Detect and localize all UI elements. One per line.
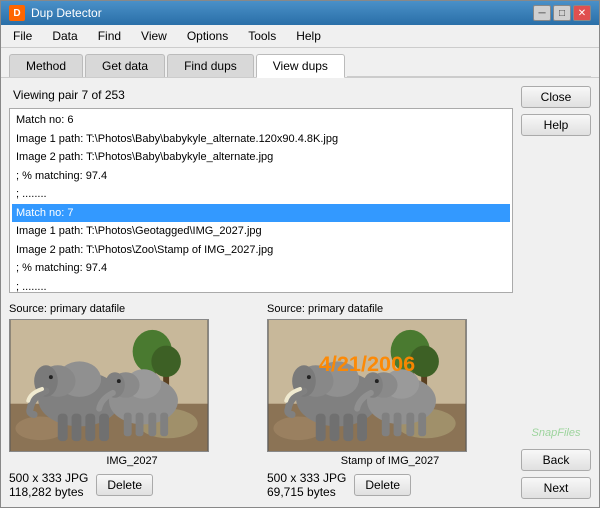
list-item[interactable]: Image 1 path: T:\Photos\Baby\babykyle_al…	[12, 130, 510, 149]
next-button[interactable]: Next	[521, 477, 591, 499]
tab-find-dups[interactable]: Find dups	[167, 54, 254, 77]
help-button[interactable]: Help	[521, 114, 591, 136]
window-title: Dup Detector	[31, 6, 527, 20]
menu-tools[interactable]: Tools	[240, 27, 284, 45]
list-item[interactable]: ; % matching: 97.4	[12, 167, 510, 186]
menu-options[interactable]: Options	[179, 27, 236, 45]
list-item[interactable]: Image 1 path: T:\Photos\Geotagged\IMG_20…	[12, 222, 510, 241]
tab-get-data[interactable]: Get data	[85, 54, 165, 77]
menu-file[interactable]: File	[5, 27, 40, 45]
image-actions-1: 500 x 333 JPG 118,282 bytes Delete	[9, 471, 255, 499]
image-block-1: Source: primary datafile	[9, 303, 255, 499]
list-item[interactable]: ; % matching: 97.4	[12, 259, 510, 278]
elephant-image-1	[10, 320, 208, 451]
window-close-button[interactable]: ✕	[573, 5, 591, 21]
app-icon: D	[9, 5, 25, 21]
image-meta-2: 500 x 333 JPG 69,715 bytes	[267, 471, 346, 499]
menu-data[interactable]: Data	[44, 27, 85, 45]
snap-watermark: SnapFiles	[521, 423, 591, 443]
image-actions-2: 500 x 333 JPG 69,715 bytes Delete	[267, 471, 513, 499]
tab-method[interactable]: Method	[9, 54, 83, 77]
images-section: Source: primary datafile	[9, 303, 513, 499]
right-panel: Close Help SnapFiles Back Next	[521, 86, 591, 499]
menu-help[interactable]: Help	[288, 27, 329, 45]
window-controls: ─ □ ✕	[533, 5, 591, 21]
menu-find[interactable]: Find	[90, 27, 129, 45]
list-item[interactable]: Image 2 path: T:\Photos\Baby\babykyle_al…	[12, 148, 510, 167]
close-button[interactable]: Close	[521, 86, 591, 108]
image-caption-2: Stamp of IMG_2027	[267, 455, 513, 467]
list-item[interactable]: ; ........	[12, 185, 510, 204]
tab-view-dups[interactable]: View dups	[256, 54, 345, 78]
svg-text:4/21/2006: 4/21/2006	[319, 351, 415, 376]
image-frame-2: 4/21/2006	[267, 319, 467, 452]
image-source-label-2: Source: primary datafile	[267, 303, 513, 315]
image-frame-1	[9, 319, 209, 452]
main-window: D Dup Detector ─ □ ✕ File Data Find View…	[0, 0, 600, 508]
title-bar: D Dup Detector ─ □ ✕	[1, 1, 599, 25]
list-item-selected[interactable]: Match no: 7	[12, 204, 510, 223]
view-pair-label: Viewing pair 7 of 253	[9, 86, 513, 104]
menu-view[interactable]: View	[133, 27, 175, 45]
delete-button-1[interactable]: Delete	[96, 474, 153, 496]
match-list[interactable]: Match no: 6 Image 1 path: T:\Photos\Baby…	[9, 108, 513, 293]
elephant-image-2: 4/21/2006	[268, 320, 466, 451]
list-item[interactable]: ; ........	[12, 278, 510, 294]
maximize-button[interactable]: □	[553, 5, 571, 21]
main-panel: Viewing pair 7 of 253 Match no: 6 Image …	[9, 86, 513, 499]
image-source-label-1: Source: primary datafile	[9, 303, 255, 315]
minimize-button[interactable]: ─	[533, 5, 551, 21]
match-list-inner: Match no: 6 Image 1 path: T:\Photos\Baby…	[10, 109, 512, 293]
menu-bar: File Data Find View Options Tools Help	[1, 25, 599, 48]
list-item[interactable]: Image 2 path: T:\Photos\Zoo\Stamp of IMG…	[12, 241, 510, 260]
tab-bar: Method Get data Find dups View dups	[1, 48, 599, 78]
back-button[interactable]: Back	[521, 449, 591, 471]
list-item[interactable]: Match no: 6	[12, 111, 510, 130]
image-caption-1: IMG_2027	[9, 455, 255, 467]
image-meta-1: 500 x 333 JPG 118,282 bytes	[9, 471, 88, 499]
delete-button-2[interactable]: Delete	[354, 474, 411, 496]
image-block-2: Source: primary datafile	[267, 303, 513, 499]
